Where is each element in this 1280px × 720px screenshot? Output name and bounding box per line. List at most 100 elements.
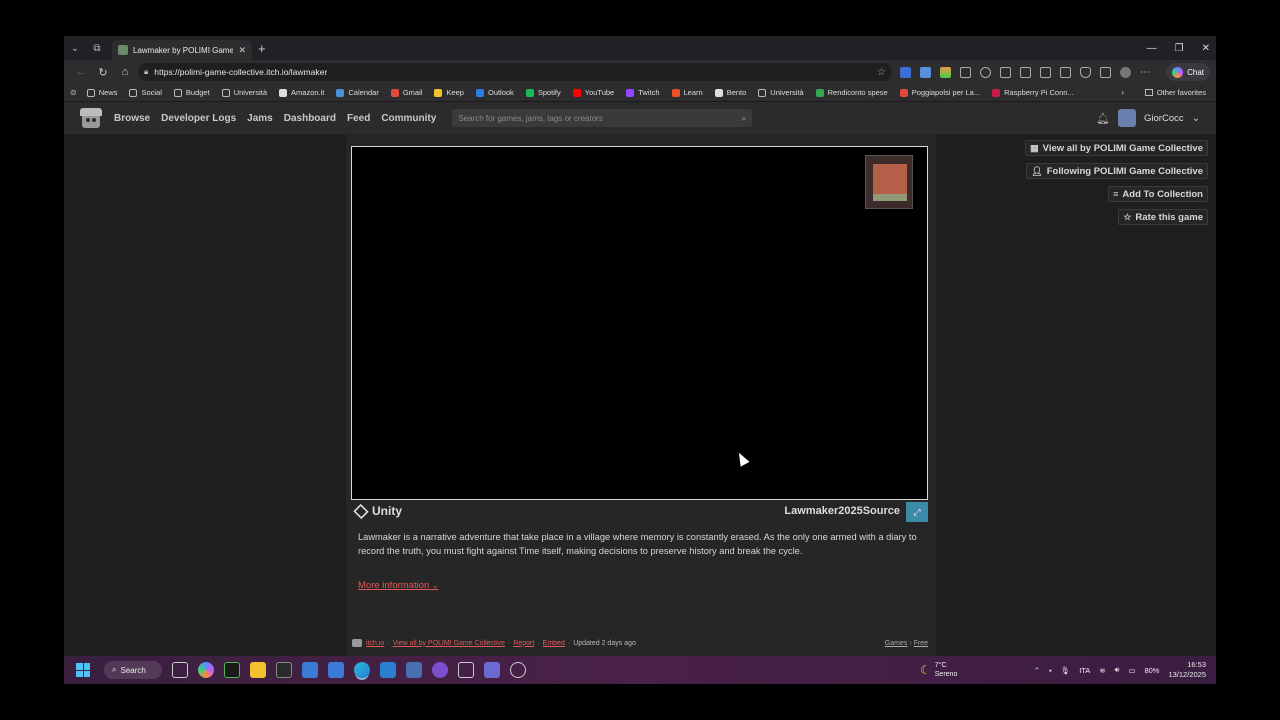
workspaces-icon[interactable]: ⧉ [86, 36, 108, 60]
volume-icon[interactable]: 🔊︎ [1115, 665, 1120, 675]
favorites-toggle-icon[interactable]: ⊜ [70, 88, 77, 97]
extension-icon[interactable] [940, 66, 951, 78]
back-button[interactable]: ← [70, 61, 92, 83]
itch-logo-icon[interactable] [80, 108, 102, 128]
favorite-item[interactable]: Budget [173, 88, 210, 97]
view-all-button[interactable]: ▦ View all by POLIMI Game Collective [1025, 140, 1208, 156]
favorite-item[interactable]: Spotify [525, 88, 561, 97]
url-text[interactable]: https://polimi-game-collective.itch.io/l… [154, 67, 871, 77]
extension-icon[interactable] [980, 66, 991, 78]
favorite-item[interactable]: Università [758, 88, 804, 97]
nav-browse[interactable]: Browse [114, 113, 150, 124]
edge-browser-icon[interactable] [354, 662, 370, 678]
favorite-star-icon[interactable]: ☆ [877, 67, 886, 78]
task-view-icon[interactable] [172, 662, 188, 678]
extension-icon[interactable] [920, 66, 931, 78]
collections-icon[interactable] [1060, 66, 1071, 78]
downloads-icon[interactable] [1100, 66, 1111, 78]
favorite-item[interactable]: Amazon.it [279, 88, 324, 97]
nav-feed[interactable]: Feed [347, 113, 370, 124]
footer-report-link[interactable]: Report [513, 640, 534, 647]
close-window-button[interactable]: ✕ [1202, 43, 1210, 54]
nav-jams[interactable]: Jams [247, 113, 273, 124]
nav-community[interactable]: Community [381, 113, 436, 124]
clock[interactable]: 16:53 13/12/2025 [1168, 660, 1206, 680]
lock-icon[interactable]: 🔒︎ [144, 67, 148, 77]
favorite-item[interactable]: Poggiapolsi per La... [899, 88, 980, 97]
refresh-button[interactable]: ↻ [92, 61, 114, 83]
search-icon[interactable]: ⌕ [741, 113, 746, 124]
favorites-icon[interactable] [1040, 66, 1051, 78]
app-icon[interactable] [510, 662, 526, 678]
copilot-chat-button[interactable]: Chat [1166, 63, 1210, 81]
favorite-item[interactable]: Università [221, 88, 267, 97]
address-bar[interactable]: 🔒︎ https://polimi-game-collective.itch.i… [138, 63, 892, 81]
username[interactable]: GiorCocc [1144, 113, 1184, 124]
footer-itchio-link[interactable]: itch.io [366, 640, 384, 647]
other-favorites[interactable]: Other favorites [1144, 88, 1206, 97]
wifi-icon[interactable]: ≋ [1099, 666, 1105, 675]
vscode-icon[interactable] [380, 662, 396, 678]
bell-icon[interactable]: 🔔︎ [1096, 112, 1110, 125]
game-embed-frame[interactable] [351, 146, 928, 500]
microphone-icon[interactable]: 🎙︎ [1061, 666, 1071, 675]
favorite-item[interactable]: Bento [714, 88, 746, 97]
file-explorer-icon[interactable] [250, 662, 266, 678]
app-icon[interactable] [302, 662, 318, 678]
browser-tab[interactable]: Lawmaker by POLIMI Game Collec ✕ [112, 40, 252, 60]
battery-percent[interactable]: 80% [1144, 666, 1159, 675]
minimize-button[interactable]: — [1147, 43, 1157, 54]
favorite-item[interactable]: Outlook [475, 88, 514, 97]
gamepad-icon[interactable] [960, 66, 971, 78]
new-tab-button[interactable]: + [258, 41, 266, 56]
nav-dashboard[interactable]: Dashboard [284, 113, 336, 124]
start-windows-icon[interactable] [76, 663, 90, 677]
extension-icon[interactable] [900, 66, 911, 78]
taskbar-search[interactable]: ⌕ Search [104, 661, 162, 679]
favorite-item[interactable]: Rendiconto spese [815, 88, 888, 97]
terminal-icon[interactable] [276, 662, 292, 678]
following-button[interactable]: 👤︎ Following POLIMI Game Collective [1026, 163, 1208, 179]
nav-developer-logs[interactable]: Developer Logs [161, 113, 236, 124]
home-button[interactable]: ⌂ [114, 61, 136, 83]
favorites-overflow-chevron-icon[interactable]: › [1121, 88, 1124, 97]
more-menu-icon[interactable]: ⋯ [1140, 67, 1150, 78]
extensions-puzzle-icon[interactable] [1020, 66, 1031, 78]
favorite-item[interactable]: Keep [434, 88, 464, 97]
profile-avatar-icon[interactable] [1120, 66, 1131, 78]
favorite-item[interactable]: Calendar [336, 88, 379, 97]
language-indicator[interactable]: ITA [1079, 666, 1090, 675]
app-icon[interactable] [432, 662, 448, 678]
fullscreen-button[interactable]: ⤢ [906, 502, 928, 522]
weather-widget[interactable]: ☾ 7°C Sereno [920, 661, 957, 679]
avatar[interactable] [1118, 109, 1137, 127]
mail-icon[interactable] [328, 662, 344, 678]
favorite-item[interactable]: Twitch [626, 88, 660, 97]
search-input[interactable] [458, 113, 742, 123]
footer-view-all-link[interactable]: View all by POLIMI Game Collective [393, 640, 505, 647]
add-to-collection-button[interactable]: ≡ Add To Collection [1108, 186, 1208, 202]
tab-actions-chevron-icon[interactable]: ⌄ [64, 36, 86, 60]
restore-button[interactable]: ❐ [1175, 43, 1184, 54]
unity-hub-icon[interactable] [458, 662, 474, 678]
tab-close-icon[interactable]: ✕ [238, 45, 246, 56]
app-icon[interactable] [224, 662, 240, 678]
more-information-link[interactable]: More information ⌄ [358, 580, 439, 591]
favorite-item[interactable]: Gmail [390, 88, 422, 97]
app-icon[interactable] [484, 662, 500, 678]
favorite-item[interactable]: News [86, 88, 117, 97]
tray-app-icon[interactable]: ▪ [1049, 666, 1052, 675]
favorite-item[interactable]: Learn [671, 88, 703, 97]
footer-free-link[interactable]: Free [914, 640, 928, 647]
rate-game-button[interactable]: ☆ Rate this game [1118, 209, 1208, 225]
tray-chevron-up-icon[interactable]: ⌃ [1034, 666, 1040, 675]
favorite-item[interactable]: YouTube [572, 88, 614, 97]
favorite-item[interactable]: Raspberry Pi Conn... [992, 88, 1074, 97]
footer-embed-link[interactable]: Embed [543, 640, 565, 647]
copilot-app-icon[interactable] [198, 662, 214, 678]
footer-games-link[interactable]: Games [885, 640, 908, 647]
chevron-down-icon[interactable]: ⌄ [1192, 113, 1200, 124]
split-screen-icon[interactable] [1000, 66, 1011, 78]
app-icon[interactable] [406, 662, 422, 678]
favorite-item[interactable]: Social [129, 88, 162, 97]
